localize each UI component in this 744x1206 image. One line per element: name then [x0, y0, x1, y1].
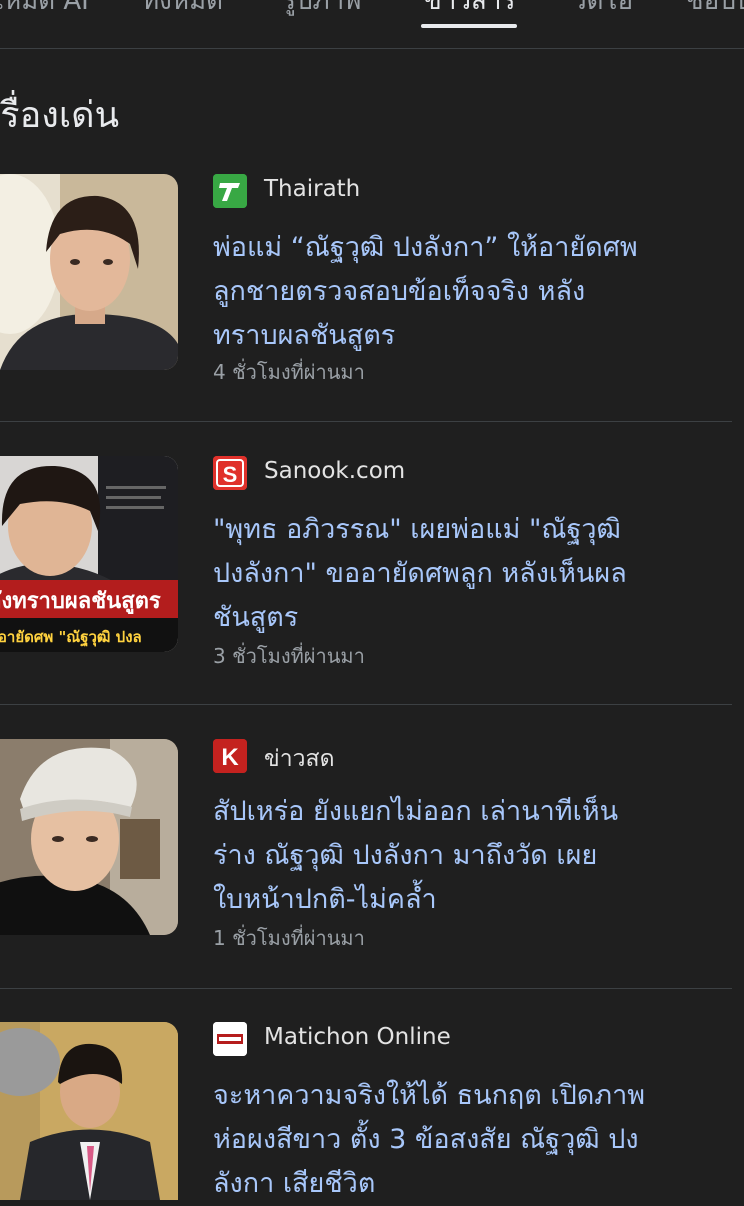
- active-tab-indicator: [421, 24, 517, 28]
- headline-line: ลูกชายตรวจสอบข้อเท็จจริง หลัง: [213, 276, 586, 307]
- tab-videos[interactable]: วิดีโอ: [572, 0, 633, 21]
- article-source: Sanook.com: [264, 458, 406, 484]
- article-headline[interactable]: จะหาความจริงให้ได้ ธนกฤต เปิดภาพ ห่อผงสี…: [213, 1074, 733, 1206]
- headline-line: ใบหน้าปกติ-ไม่คล้ำ: [213, 884, 437, 915]
- thairath-logo-icon: [213, 174, 247, 208]
- headline-line: พ่อแม่ “ณัฐวุฒิ ปงลังกา” ให้อายัดศพ: [213, 232, 638, 263]
- tab-images[interactable]: รูปภาพ: [282, 0, 361, 21]
- headline-line: ห่อผงสีขาว ตั้ง 3 ข้อสงสัย ณัฐวุฒิ ปง: [213, 1124, 639, 1155]
- search-tabs: โหมด AI ทั้งหมด รูปภาพ ข่าวสาร วิดีโอ ช็…: [0, 0, 744, 49]
- khaosod-logo-icon: K: [213, 739, 247, 773]
- thumbnail-caption: ห้อายัดศพ "ณัฐวุฒิ ปงล: [0, 628, 142, 647]
- article-timestamp: 4 ชั่วโมงที่ผ่านมา: [213, 360, 365, 384]
- headline-line: ทราบผลชันสูตร: [213, 320, 396, 351]
- headline-line: ชันสูตร: [213, 602, 299, 633]
- headline-line: สัปเหร่อ ยังแยกไม่ออก เล่านาทีเห็น: [213, 796, 619, 827]
- article-timestamp: 3 ชั่วโมงที่ผ่านมา: [213, 644, 365, 668]
- divider: [0, 988, 732, 989]
- section-title: เรื่องเด่น: [0, 95, 120, 136]
- headline-line: "พุทธ อภิวรรณ" เผยพ่อแม่ "ณัฐวุฒิ: [213, 514, 621, 545]
- headline-line: ร่าง ณัฐวุฒิ ปงลังกา มาถึงวัด เผย: [213, 840, 598, 871]
- sanook-logo-icon: S: [213, 456, 247, 490]
- thumbnail-caption: ลังทราบผลชันสูตร: [0, 589, 161, 615]
- article-headline[interactable]: "พุทธ อภิวรรณ" เผยพ่อแม่ "ณัฐวุฒิ ปงลังก…: [213, 508, 733, 640]
- tab-ai-mode[interactable]: โหมด AI: [0, 0, 89, 21]
- article-source: Thairath: [264, 176, 361, 202]
- article-headline[interactable]: สัปเหร่อ ยังแยกไม่ออก เล่านาทีเห็น ร่าง …: [213, 790, 733, 922]
- article-thumbnail[interactable]: [0, 1022, 178, 1200]
- tab-shopping[interactable]: ช็อปป: [686, 0, 744, 21]
- divider: [0, 704, 732, 705]
- divider: [0, 421, 732, 422]
- matichon-logo-icon: [213, 1022, 247, 1056]
- headline-line: จะหาความจริงให้ได้ ธนกฤต เปิดภาพ: [213, 1080, 646, 1111]
- article-thumbnail[interactable]: ลังทราบผลชันสูตร ห้อายัดศพ "ณัฐวุฒิ ปงล: [0, 456, 178, 652]
- article-thumbnail[interactable]: [0, 174, 178, 370]
- tab-news[interactable]: ข่าวสาร: [424, 0, 515, 21]
- article-source: Matichon Online: [264, 1024, 451, 1050]
- article-headline[interactable]: พ่อแม่ “ณัฐวุฒิ ปงลังกา” ให้อายัดศพ ลูกช…: [213, 226, 733, 358]
- svg-text:K: K: [221, 744, 239, 771]
- headline-line: ปงลังกา" ขออายัดศพลูก หลังเห็นผล: [213, 558, 627, 589]
- article-source: ข่าวสด: [264, 746, 335, 772]
- article-timestamp: 1 ชั่วโมงที่ผ่านมา: [213, 926, 365, 950]
- article-thumbnail[interactable]: [0, 739, 178, 935]
- svg-text:S: S: [223, 462, 238, 487]
- headline-line: ลังกา เสียชีวิต: [213, 1168, 376, 1199]
- tab-all[interactable]: ทั้งหมด: [142, 0, 223, 21]
